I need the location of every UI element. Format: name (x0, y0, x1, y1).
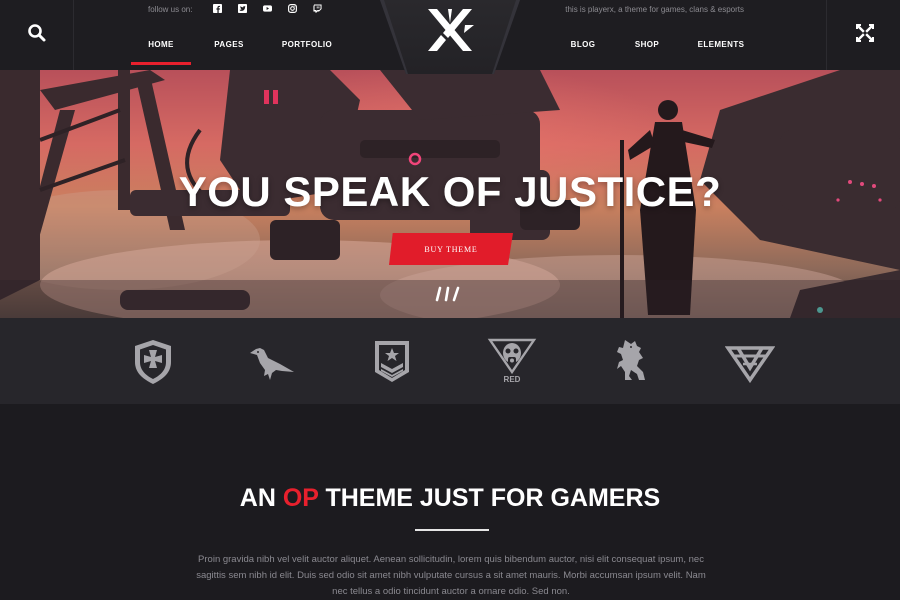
gasmask-skull-icon[interactable]: RED (487, 336, 537, 386)
facebook-icon[interactable] (213, 4, 222, 13)
buy-theme-button[interactable]: BUY THEME (389, 233, 513, 265)
site-tagline: this is playerx, a theme for games, clan… (565, 5, 744, 14)
social-links (213, 4, 322, 13)
intro-paragraph: Proin gravida nibh vel velit auctor aliq… (196, 554, 706, 597)
header-left-panel (0, 0, 74, 70)
iron-cross-shield-icon[interactable] (128, 336, 178, 386)
follow-us-label: follow us on: (148, 5, 193, 14)
lion-crest-icon[interactable] (607, 336, 657, 386)
nav-elements[interactable]: ELEMENTS (683, 40, 759, 65)
title-divider (415, 529, 489, 531)
primary-nav-left: HOME PAGES PORTFOLIO (131, 40, 347, 65)
playerx-logo[interactable] (380, 0, 520, 74)
clan-label-red: RED (504, 375, 521, 384)
twitter-icon[interactable] (238, 4, 247, 13)
primary-nav-right: BLOG SHOP ELEMENTS (555, 40, 759, 65)
youtube-icon[interactable] (263, 4, 272, 13)
search-icon[interactable] (27, 23, 47, 43)
site-header: follow us on: HOME PAGES PORTFOLIO this … (0, 0, 900, 74)
nav-blog[interactable]: BLOG (555, 40, 611, 65)
hero-title: YOU SPEAK OF JUSTICE? (178, 168, 722, 215)
title-suffix: THEME JUST FOR GAMERS (318, 484, 661, 512)
clan-logos-strip: RED (0, 318, 900, 404)
hero-banner: YOU SPEAK OF JUSTICE? BUY THEME (0, 70, 900, 318)
triangle-knot-icon[interactable] (725, 336, 775, 386)
scroll-down-icon[interactable] (434, 286, 464, 302)
title-prefix: AN (239, 484, 283, 512)
instagram-icon[interactable] (288, 4, 297, 13)
nav-home[interactable]: HOME (131, 40, 191, 65)
twitch-icon[interactable] (313, 4, 322, 13)
nav-shop[interactable]: SHOP (611, 40, 683, 65)
nav-pages[interactable]: PAGES (191, 40, 267, 65)
title-highlight: OP (282, 484, 319, 512)
section-title: AN OP THEME JUST FOR GAMERS (0, 484, 900, 513)
header-right-panel (826, 0, 900, 70)
intro-section: AN OP THEME JUST FOR GAMERS Proin gravid… (0, 404, 900, 600)
nav-portfolio[interactable]: PORTFOLIO (267, 40, 347, 65)
side-menu-icon[interactable] (856, 24, 874, 42)
star-chevron-badge-icon[interactable] (367, 336, 417, 386)
raven-icon[interactable] (246, 336, 296, 386)
